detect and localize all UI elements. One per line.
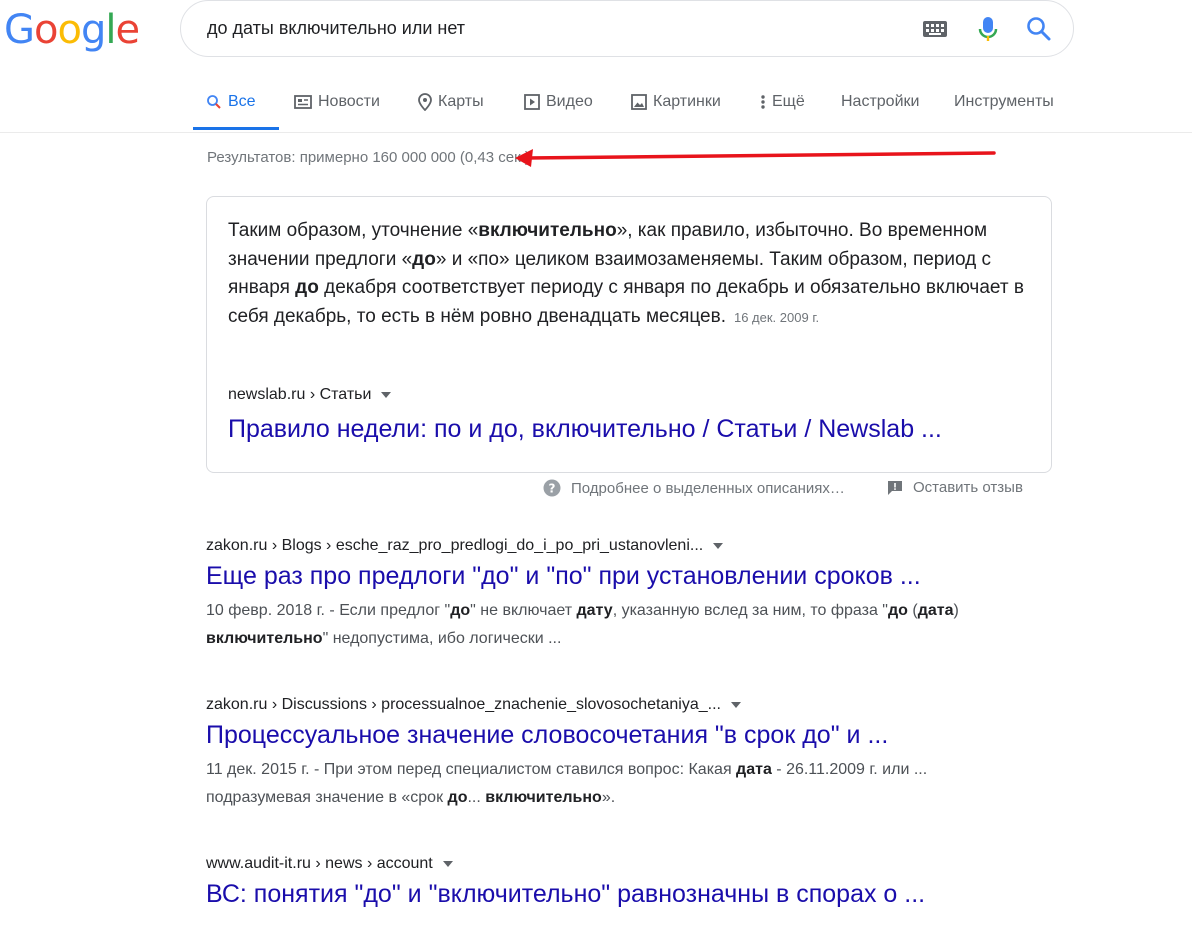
tab-label: Настройки: [841, 93, 920, 110]
cite-text: www.audit-it.ru › news › account: [206, 855, 433, 872]
video-icon: [524, 94, 540, 110]
highlighted-term: дату: [576, 602, 613, 619]
result-date: 11 дек. 2015 г.: [206, 761, 310, 778]
tab-video[interactable]: Видео: [524, 93, 593, 111]
tab-label: Картинки: [653, 93, 721, 110]
search-icon[interactable]: [1025, 15, 1053, 43]
search-result: www.audit-it.ru › news › account ВС: пон…: [206, 855, 1006, 909]
description-text: ».: [601, 789, 616, 806]
description-text: - Если предлог ": [324, 602, 451, 619]
featured-snippet-text: Таким образом, уточнение «включительно»,…: [228, 220, 1024, 327]
microphone-icon[interactable]: [977, 16, 999, 44]
highlighted-term: до: [450, 602, 471, 619]
highlighted-term: до: [887, 602, 908, 619]
snippet-cite[interactable]: newslab.ru › Статьи: [228, 386, 392, 404]
chevron-down-icon[interactable]: [442, 861, 453, 867]
description-text: " недопустима, ибо логически ...: [322, 630, 562, 647]
description-text: , указанную вслед за ним, то фраза ": [612, 602, 888, 619]
tab-label: Карты: [438, 93, 484, 110]
logo-letter: o: [57, 7, 82, 53]
tab-label: Инструменты: [954, 93, 1054, 110]
logo-letter: l: [105, 7, 116, 53]
highlighted-term: дата: [736, 761, 772, 778]
svg-text:?: ?: [549, 482, 556, 496]
snippet-date: 16 дек. 2009 г.: [733, 309, 820, 325]
map-pin-icon: [418, 93, 432, 111]
cite-text: zakon.ru › Blogs › esche_raz_pro_predlog…: [206, 537, 704, 554]
tab-all[interactable]: Все: [206, 93, 256, 111]
highlighted-term: включительно: [206, 630, 323, 647]
feedback-icon: [888, 480, 902, 495]
search-result: zakon.ru › Discussions › processualnoe_z…: [206, 696, 1006, 812]
help-icon: ?: [543, 479, 561, 497]
tab-maps[interactable]: Карты: [418, 93, 484, 111]
result-date: 10 февр. 2018 г.: [206, 602, 325, 619]
highlighted-term: дата: [917, 602, 954, 619]
description-text: " не включает: [470, 602, 577, 619]
featured-snippet: Таким образом, уточнение «включительно»,…: [206, 196, 1052, 473]
highlighted-term: включительно: [485, 789, 602, 806]
description-text: ...: [467, 789, 486, 806]
red-arrow-annotation: [515, 149, 996, 167]
description-text: (: [907, 602, 918, 619]
result-cite[interactable]: zakon.ru › Blogs › esche_raz_pro_predlog…: [206, 537, 1006, 555]
keyboard-icon[interactable]: [923, 21, 947, 37]
feedback-link[interactable]: Оставить отзыв: [887, 479, 1023, 496]
about-snippets-link[interactable]: ? Подробнее о выделенных описаниях…: [543, 479, 845, 497]
logo-letter: G: [4, 7, 35, 53]
result-title-link[interactable]: Процессуальное значение словосочетания "…: [206, 721, 1006, 750]
chevron-down-icon[interactable]: [713, 543, 724, 549]
tab-more[interactable]: Ещё: [760, 93, 805, 111]
description-text: - При этом перед специалистом ставился в…: [309, 761, 737, 778]
image-icon: [631, 94, 647, 110]
feedback-label: Оставить отзыв: [913, 479, 1023, 496]
cite-text: zakon.ru › Discussions › processualnoe_z…: [206, 696, 721, 713]
news-icon: [294, 95, 312, 109]
chevron-down-icon[interactable]: [381, 392, 392, 398]
logo-letter: e: [115, 7, 140, 53]
search-result: zakon.ru › Blogs › esche_raz_pro_predlog…: [206, 537, 1006, 653]
logo-letter: o: [34, 7, 59, 53]
snippet-title-link[interactable]: Правило недели: по и до, включительно / …: [228, 415, 942, 444]
result-description: 10 февр. 2018 г. - Если предлог "до" не …: [206, 597, 986, 653]
tab-tools[interactable]: Инструменты: [954, 93, 1054, 111]
search-input[interactable]: до даты включительно или нет: [207, 18, 465, 39]
tab-label: Ещё: [772, 93, 805, 110]
result-description: 11 дек. 2015 г. - При этом перед специал…: [206, 756, 986, 812]
result-cite[interactable]: zakon.ru › Discussions › processualnoe_z…: [206, 696, 1006, 714]
description-text: ): [953, 602, 959, 619]
result-title-link[interactable]: ВС: понятия "до" и "включительно" равноз…: [206, 880, 1006, 909]
active-tab-indicator: [193, 127, 279, 130]
logo-letter: g: [80, 7, 106, 53]
tab-label: Новости: [318, 93, 380, 110]
tab-news[interactable]: Новости: [294, 93, 380, 111]
result-title-link[interactable]: Еще раз про предлоги "до" и "по" при уст…: [206, 562, 1006, 591]
about-label: Подробнее о выделенных описаниях…: [571, 479, 845, 497]
tab-images[interactable]: Картинки: [631, 93, 721, 111]
tab-settings[interactable]: Настройки: [841, 93, 919, 111]
cite-text: newslab.ru › Статьи: [228, 386, 372, 403]
more-vert-icon: [761, 95, 765, 109]
search-tabs: Все Новости Карты Видео Картинки Ещё Нас…: [0, 80, 1192, 133]
tab-label: Видео: [546, 93, 593, 110]
search-box[interactable]: до даты включительно или нет: [180, 0, 1074, 57]
highlighted-term: до: [447, 789, 468, 806]
tab-label: Все: [228, 93, 256, 110]
chevron-down-icon[interactable]: [730, 702, 741, 708]
result-cite[interactable]: www.audit-it.ru › news › account: [206, 855, 1006, 873]
google-logo[interactable]: Google: [4, 7, 140, 53]
result-stats: Результатов: примерно 160 000 000 (0,43 …: [207, 149, 530, 166]
search-icon: [207, 95, 221, 109]
